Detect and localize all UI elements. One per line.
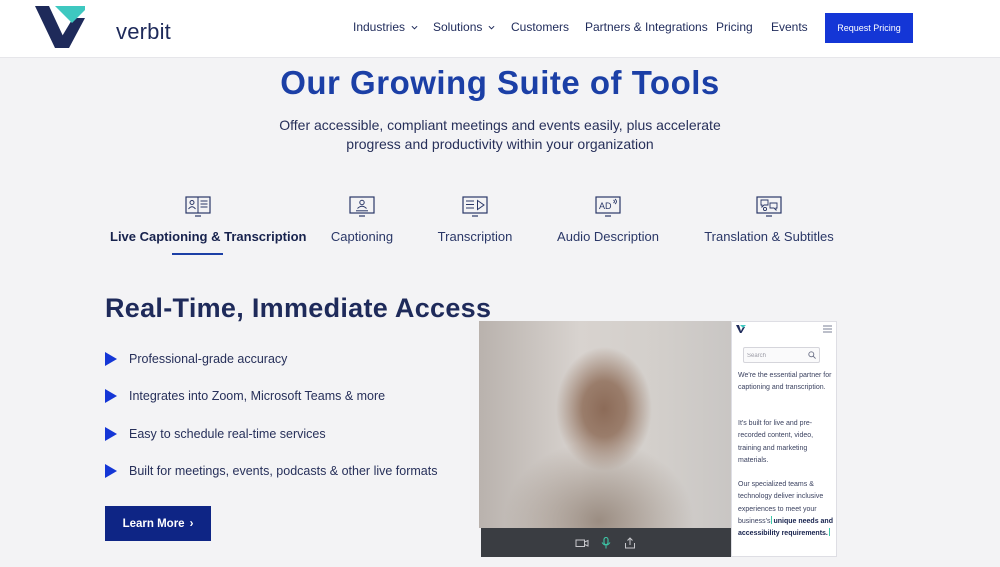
page-subtitle: Offer accessible, compliant meetings and…: [250, 116, 750, 154]
hamburger-menu-icon[interactable]: [823, 325, 832, 333]
bullet-arrow-icon: [105, 427, 117, 441]
bullet-arrow-icon: [105, 464, 117, 478]
feature-text: Easy to schedule real-time services: [129, 427, 326, 441]
tab-captioning[interactable]: Captioning: [326, 195, 398, 244]
verbit-logo[interactable]: verbit: [35, 6, 171, 48]
translation-icon: [756, 196, 782, 217]
nav-customers[interactable]: Customers: [511, 20, 569, 34]
search-input[interactable]: [747, 350, 807, 361]
chevron-right-icon: ›: [189, 517, 194, 530]
verbit-mini-logo: [736, 325, 746, 333]
transcription-icon: [462, 196, 488, 217]
feature-list-item: Integrates into Zoom, Microsoft Teams & …: [105, 387, 385, 405]
learn-more-label: Learn More: [122, 517, 185, 530]
tab-live-captioning[interactable]: Live Captioning & Transcription: [110, 195, 307, 244]
nav-industries[interactable]: Industries: [353, 20, 418, 34]
tab-translation-subtitles[interactable]: Translation & Subtitles: [703, 195, 835, 244]
chevron-down-icon: [411, 25, 418, 30]
bullet-arrow-icon: [105, 352, 117, 366]
search-icon[interactable]: [808, 351, 816, 359]
feature-text: Professional-grade accuracy: [129, 352, 288, 366]
nav-industries-label: Industries: [353, 20, 406, 34]
camera-icon[interactable]: [575, 537, 589, 549]
chevron-down-icon: [488, 25, 495, 30]
feature-title: Real-Time, Immediate Access: [105, 293, 492, 323]
caption-side-panel: We're the essential partner for captioni…: [731, 321, 837, 557]
panel-paragraph: Our specialized teams & technology deliv…: [738, 479, 834, 540]
nav-solutions-label: Solutions: [433, 20, 483, 34]
subtitle-line-1: Offer accessible, compliant meetings and…: [279, 117, 721, 133]
request-pricing-button[interactable]: Request Pricing: [825, 13, 913, 43]
verbit-logo-mark: [35, 6, 89, 48]
feature-text: Integrates into Zoom, Microsoft Teams & …: [129, 389, 386, 403]
video-controls: [481, 528, 731, 557]
tab-audio-description-label: Audio Description: [557, 229, 659, 244]
feature-list-item: Built for meetings, events, podcasts & o…: [105, 462, 437, 480]
panel-paragraph: We're the essential partner for captioni…: [738, 372, 832, 392]
tab-translation-subtitles-label: Translation & Subtitles: [704, 229, 834, 244]
nav-pricing[interactable]: Pricing: [716, 20, 753, 34]
feature-list-item: Professional-grade accuracy: [105, 350, 287, 368]
panel-paragraph: It's built for live and pre-recorded con…: [738, 420, 814, 464]
captioning-icon: [349, 196, 375, 217]
audio-description-icon: AD: [595, 196, 621, 217]
svg-text:AD: AD: [599, 201, 612, 211]
tab-audio-description[interactable]: AD Audio Description: [556, 195, 660, 244]
microphone-icon[interactable]: [599, 536, 613, 549]
tab-transcription-label: Transcription: [437, 229, 513, 244]
nav-solutions[interactable]: Solutions: [433, 20, 495, 34]
active-tab-indicator: [172, 253, 223, 255]
panel-search: [743, 347, 820, 363]
video-preview: [479, 321, 731, 528]
site-header: verbit Industries Solutions Customers Pa…: [0, 0, 1000, 58]
nav-partners-integrations[interactable]: Partners & Integrations: [585, 20, 708, 34]
feature-text: Built for meetings, events, podcasts & o…: [129, 464, 438, 478]
live-captioning-icon: [184, 196, 211, 217]
tab-live-captioning-label: Live Captioning & Transcription: [110, 229, 307, 244]
text-cursor: [828, 528, 830, 537]
bullet-arrow-icon: [105, 389, 117, 403]
page-title: Our Growing Suite of Tools: [280, 64, 720, 101]
logo-wordmark: verbit: [116, 19, 171, 44]
nav-events[interactable]: Events: [771, 20, 808, 34]
learn-more-button[interactable]: Learn More ›: [105, 506, 211, 541]
feature-list-item: Easy to schedule real-time services: [105, 425, 326, 443]
subtitle-line-2: progress and productivity within your or…: [346, 136, 654, 152]
tab-transcription[interactable]: Transcription: [436, 195, 514, 244]
share-icon[interactable]: [623, 536, 637, 549]
tab-captioning-label: Captioning: [330, 229, 394, 244]
